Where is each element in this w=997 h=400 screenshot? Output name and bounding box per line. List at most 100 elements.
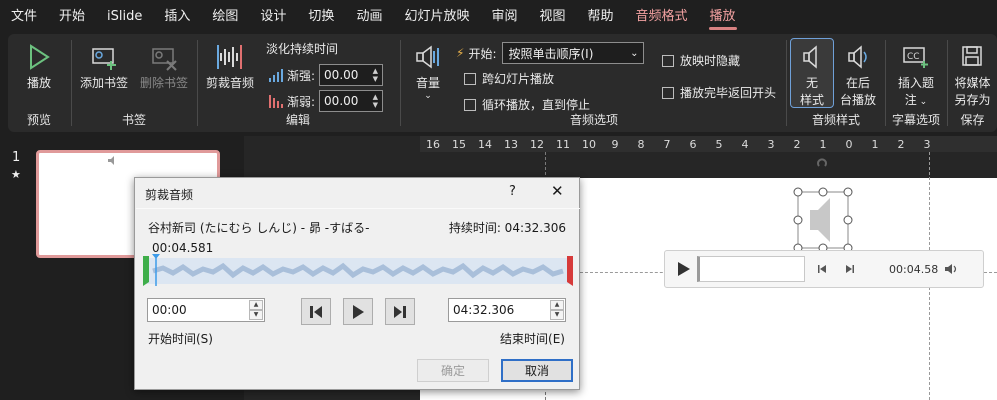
- checkbox-box[interactable]: [464, 98, 476, 111]
- no-style-button[interactable]: 无 样式: [792, 40, 832, 108]
- divider: [400, 40, 401, 126]
- spin-down-icon[interactable]: ▼: [249, 310, 263, 320]
- cancel-button[interactable]: 取消: [501, 359, 573, 382]
- spin-up-icon[interactable]: ▲: [249, 300, 263, 310]
- audio-player-bar: 00:04.58: [664, 250, 984, 288]
- play-across-slides-checkbox[interactable]: 跨幻灯片播放: [464, 70, 554, 87]
- fade-duration-title: 淡化持续时间: [266, 42, 339, 56]
- menu-animations[interactable]: 动画: [345, 0, 393, 34]
- ruler-tick: 6: [689, 137, 697, 151]
- menu-design[interactable]: 设计: [249, 0, 297, 34]
- start-time-input[interactable]: 00:00 ▲ ▼: [147, 298, 265, 322]
- play-button[interactable]: 播放: [12, 40, 66, 91]
- hide-during-show-checkbox[interactable]: 放映时隐藏: [662, 52, 740, 69]
- fade-out-icon: [269, 95, 283, 108]
- volume-icon[interactable]: [944, 263, 960, 275]
- rewind-after-playing-checkbox[interactable]: 播放完毕返回开头: [662, 84, 776, 101]
- ruler-tick: 15: [452, 137, 466, 151]
- trim-audio-button[interactable]: 剪裁音频: [202, 40, 258, 91]
- fade-out-spinner[interactable]: 00.00 ▲ ▼: [319, 90, 384, 112]
- save-media-as-button[interactable]: 将媒体 另存为: [948, 40, 997, 108]
- spin-up-icon[interactable]: ▲: [550, 300, 564, 310]
- save-media-icon: [961, 46, 982, 66]
- ruler-tick: 14: [478, 137, 492, 151]
- menu-playback[interactable]: 播放: [699, 0, 747, 34]
- end-marker-icon[interactable]: [567, 256, 575, 286]
- help-button[interactable]: ?: [509, 184, 516, 199]
- ruler-tick: 8: [637, 137, 645, 151]
- lightning-icon: ⚡: [456, 46, 465, 60]
- spinner-arrows-icon[interactable]: ▲ ▼: [373, 67, 378, 83]
- trim-audio-label: 剪裁音频: [205, 76, 254, 90]
- fade-out-label: 渐弱:: [287, 94, 316, 109]
- spin-down-icon[interactable]: ▼: [550, 310, 564, 320]
- menu-file[interactable]: 文件: [0, 0, 48, 34]
- slide-transition-marker: ★: [11, 168, 21, 181]
- audio-waveform[interactable]: [143, 254, 575, 286]
- remove-bookmark-button[interactable]: 删除书签: [136, 40, 192, 91]
- ruler-tick: 13: [504, 137, 518, 151]
- menu-slideshow[interactable]: 幻灯片放映: [393, 0, 480, 34]
- fade-out-value: 00.00: [324, 94, 359, 108]
- group-audio-options: 音量 ⌄ ⚡ 开始: 按照单击顺序(I) ⌄ 跨幻灯片播放 循环播放，直到停止 放…: [402, 38, 786, 130]
- group-label-preview: 预览: [26, 113, 51, 127]
- end-time-spinner[interactable]: ▲ ▼: [550, 300, 564, 320]
- play-icon: [353, 304, 364, 319]
- end-time-input[interactable]: 04:32.306 ▲ ▼: [448, 298, 566, 322]
- checkbox-box[interactable]: [464, 72, 476, 85]
- menu-transitions[interactable]: 切换: [297, 0, 345, 34]
- checkbox-box[interactable]: [662, 86, 674, 99]
- group-label-audio-options: 音频选项: [569, 113, 618, 127]
- play-in-background-button[interactable]: 在后 台播放: [836, 40, 880, 108]
- group-label-save: 保存: [960, 113, 985, 127]
- menu-islide[interactable]: iSlide: [96, 0, 153, 34]
- group-preview: 播放 预览: [8, 38, 70, 130]
- group-label-editing: 编辑: [285, 113, 310, 127]
- previous-frame-button[interactable]: [301, 298, 331, 325]
- rotate-handle-icon[interactable]: [817, 158, 827, 167]
- skip-forward-icon[interactable]: [843, 263, 855, 275]
- chevron-down-icon: ⌄: [916, 97, 928, 107]
- add-bookmark-button[interactable]: 添加书签: [76, 40, 132, 91]
- trim-audio-dialog: 剪裁音频 ? ✕ 谷村新司 (たにむら しんじ) - 昴 -すばる- 持续时间:…: [134, 177, 580, 390]
- fade-in-spinner[interactable]: 00.00 ▲ ▼: [319, 64, 384, 86]
- ruler-tick: 16: [426, 137, 440, 151]
- fade-out-row: 渐弱: 00.00 ▲ ▼: [268, 90, 384, 112]
- start-row: ⚡ 开始: 按照单击顺序(I) ⌄: [456, 42, 645, 64]
- play-button[interactable]: [343, 298, 373, 325]
- end-time-label: 结束时间(E): [500, 332, 565, 346]
- insert-captions-button[interactable]: CC 插入题 注 ⌄: [888, 40, 944, 108]
- menu-help[interactable]: 帮助: [577, 0, 625, 34]
- closed-captions-icon: CC: [903, 47, 928, 68]
- close-button[interactable]: ✕: [551, 182, 564, 200]
- waveform-icon: [152, 262, 564, 279]
- skip-back-icon[interactable]: [817, 263, 829, 275]
- play-in-background-line2: 台播放: [839, 93, 876, 107]
- menu-draw[interactable]: 绘图: [201, 0, 249, 34]
- duration-text: 持续时间: 04:32.306: [448, 221, 566, 235]
- thumbnail-speaker-icon: [108, 156, 114, 165]
- menu-view[interactable]: 视图: [528, 0, 576, 34]
- checkbox-box[interactable]: [662, 54, 674, 67]
- playback-progress[interactable]: [697, 256, 805, 282]
- menu-review[interactable]: 审阅: [480, 0, 528, 34]
- menu-bar: 文件 开始 iSlide 插入 绘图 设计 切换 动画 幻灯片放映 审阅 视图 …: [0, 0, 997, 34]
- start-dropdown[interactable]: 按照单击顺序(I) ⌄: [502, 42, 645, 64]
- end-time-value: 04:32.306: [453, 303, 515, 317]
- ruler-tick: 3: [923, 137, 931, 151]
- menu-home[interactable]: 开始: [48, 0, 96, 34]
- next-frame-button[interactable]: [385, 298, 415, 325]
- spinner-arrows-icon[interactable]: ▲ ▼: [373, 93, 378, 109]
- ruler-tick: 9: [611, 137, 619, 151]
- playhead-marker-icon[interactable]: [151, 254, 161, 286]
- audio-object[interactable]: [788, 152, 854, 252]
- previous-frame-icon: [310, 305, 322, 318]
- play-icon[interactable]: [677, 261, 691, 277]
- play-label: 播放: [26, 76, 51, 90]
- volume-button[interactable]: 音量 ⌄: [408, 40, 448, 101]
- ok-button[interactable]: 确定: [417, 359, 489, 382]
- menu-audio-format[interactable]: 音频格式: [625, 0, 699, 34]
- menu-insert[interactable]: 插入: [153, 0, 201, 34]
- divider: [786, 40, 787, 126]
- start-time-spinner[interactable]: ▲ ▼: [249, 300, 263, 320]
